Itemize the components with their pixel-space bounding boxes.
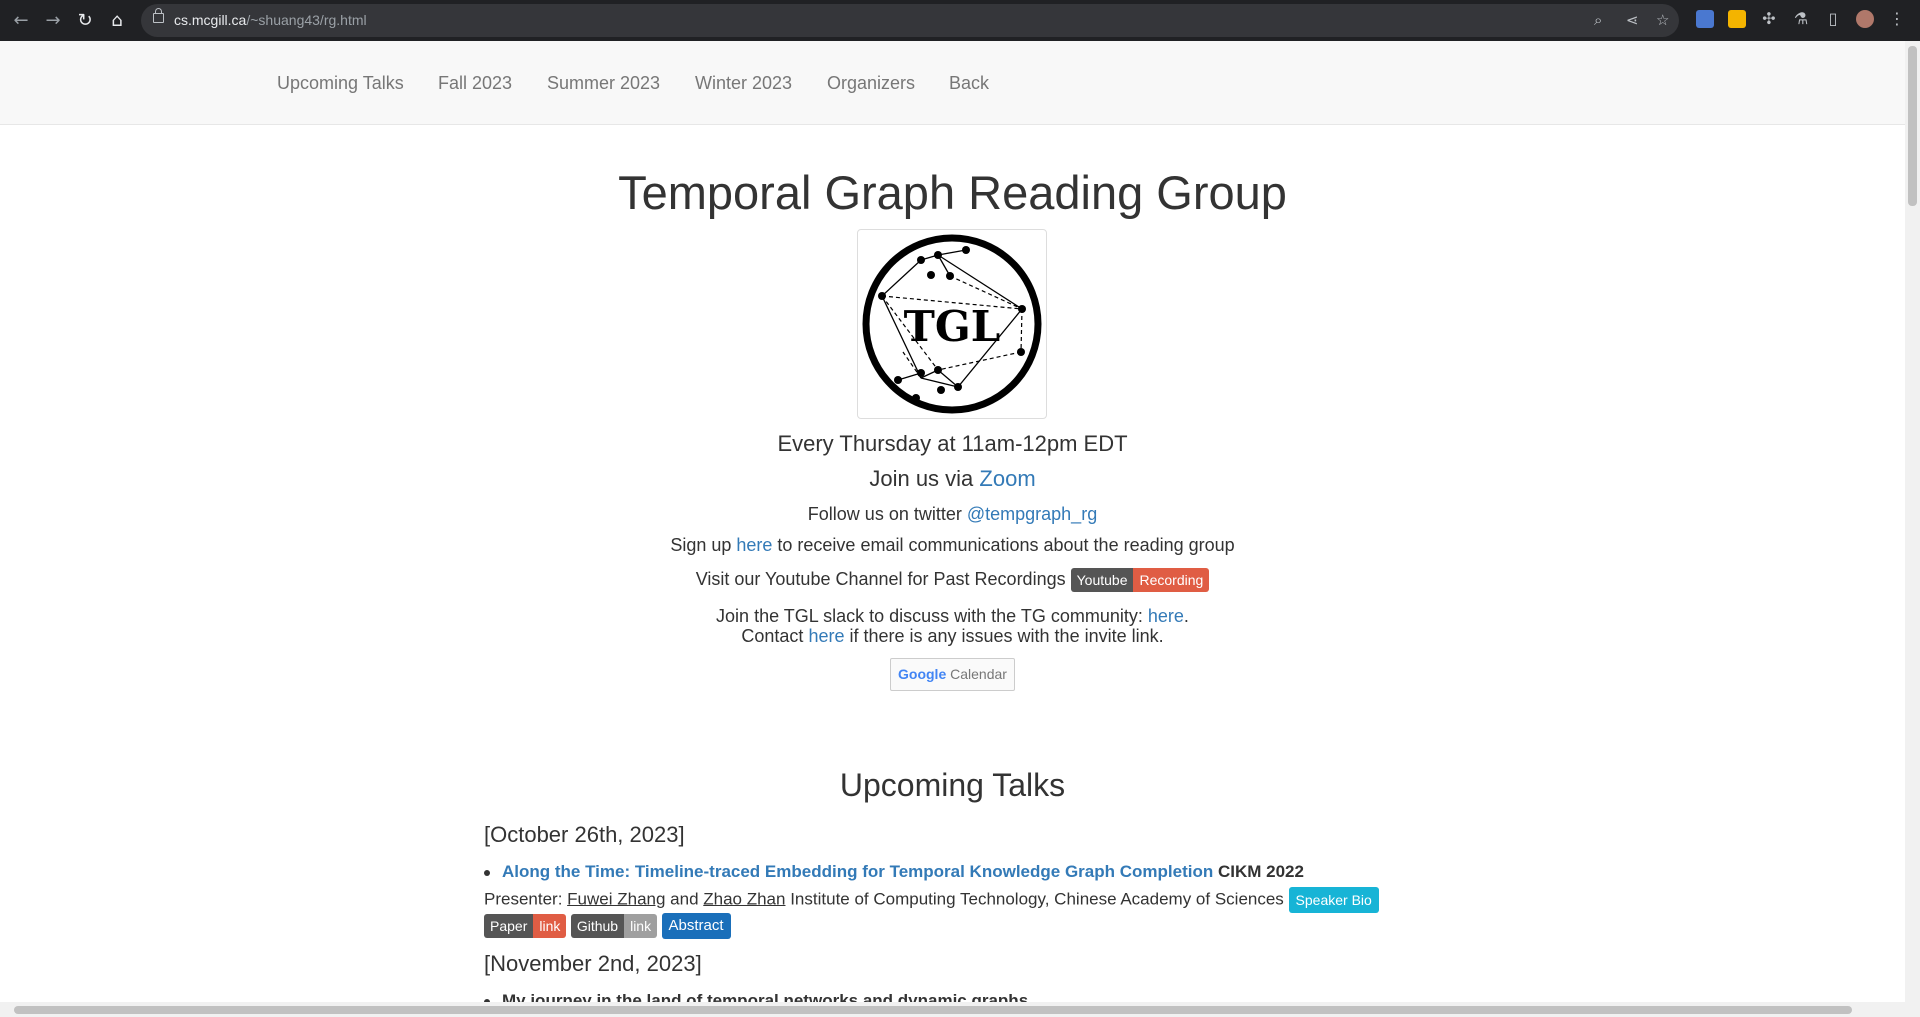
presenter-line: Presenter: Fuwei Zhang and Zhao Zhan Ins… (484, 887, 1379, 913)
side-panel-icon[interactable]: ▯ (1824, 10, 1842, 28)
presenter-link[interactable]: Zhao Zhan (703, 889, 785, 908)
github-link-badge[interactable]: Github link (570, 914, 658, 938)
lock-icon (153, 8, 164, 23)
signup-link[interactable]: here (736, 535, 772, 555)
zoom-icon[interactable]: ⌕ (1594, 11, 1602, 29)
schedule-text: Every Thursday at 11am-12pm EDT (777, 431, 1128, 456)
twitter-link[interactable]: @tempgraph_rg (967, 504, 1097, 524)
labs-flask-icon[interactable]: ⚗ (1792, 10, 1810, 28)
vertical-scrollbar[interactable] (1905, 41, 1920, 1017)
youtube-recording-badge[interactable]: Youtube Recording (1070, 568, 1210, 592)
forward-arrow-icon[interactable]: → (42, 10, 64, 32)
upcoming-talks-heading: Upcoming Talks (839, 767, 1066, 803)
address-bar[interactable]: cs.mcgill.ca/~shuang43/rg.html ⌕ ⋖ ☆ (141, 4, 1679, 37)
nav-winter-2023[interactable]: Winter 2023 (695, 73, 792, 94)
zoom-link[interactable]: Zoom (979, 466, 1035, 491)
back-arrow-icon[interactable]: ← (10, 10, 32, 32)
talk-item: Along the Time: Timeline-traced Embeddin… (484, 862, 1304, 882)
talk-date: [November 2nd, 2023] (484, 951, 702, 976)
bookmark-star-icon[interactable]: ☆ (1656, 11, 1669, 29)
translate-extension-icon[interactable] (1696, 10, 1714, 28)
slack-line: Join the TGL slack to discuss with the T… (716, 606, 1189, 626)
twitter-line: Follow us on twitter @tempgraph_rg (807, 504, 1098, 524)
join-line: Join us via Zoom (869, 466, 1036, 491)
signup-line: Sign up here to receive email communicat… (670, 535, 1235, 555)
speaker-bio-button[interactable]: Speaker Bio (1288, 887, 1379, 913)
paper-link-badge[interactable]: Paper link (484, 914, 567, 938)
puzzle-icon[interactable]: ✣ (1760, 10, 1778, 28)
talk-date: [October 26th, 2023] (484, 822, 685, 847)
nav-organizers[interactable]: Organizers (827, 73, 915, 94)
contact-link[interactable]: here (808, 626, 844, 646)
nav-summer-2023[interactable]: Summer 2023 (547, 73, 660, 94)
google-logo: Google (898, 666, 947, 682)
scrollbar-thumb[interactable] (1908, 46, 1917, 206)
svg-text:TGL: TGL (904, 302, 1001, 351)
home-icon[interactable]: ⌂ (106, 10, 128, 32)
tgl-logo: TGL (857, 229, 1047, 419)
contact-line: Contact here if there is any issues with… (741, 626, 1164, 646)
url-text: cs.mcgill.ca/~shuang43/rg.html (174, 12, 367, 28)
talk-links: Paper link Github link Abstract (484, 913, 731, 939)
nav-fall-2023[interactable]: Fall 2023 (438, 73, 512, 94)
abstract-button[interactable]: Abstract (661, 913, 731, 939)
horizontal-scrollbar[interactable] (0, 1002, 1905, 1017)
slack-link[interactable]: here (1148, 606, 1184, 626)
youtube-line: Visit our Youtube Channel for Past Recor… (0, 568, 1905, 592)
site-navbar: Upcoming Talks Fall 2023 Summer 2023 Win… (0, 41, 1905, 125)
avatar[interactable] (1856, 10, 1874, 28)
menu-dots-icon[interactable]: ⋮ (1888, 10, 1906, 28)
talk-title-link[interactable]: Along the Time: Timeline-traced Embeddin… (502, 862, 1213, 881)
page-title: Temporal Graph Reading Group (618, 166, 1287, 219)
reload-icon[interactable]: ↻ (74, 10, 96, 32)
presenter-link[interactable]: Fuwei Zhang (567, 889, 665, 908)
bullet-icon (484, 869, 490, 876)
share-icon[interactable]: ⋖ (1626, 11, 1639, 29)
nav-back[interactable]: Back (949, 73, 989, 94)
extension-icon[interactable] (1728, 10, 1746, 28)
browser-toolbar: ← → ↻ ⌂ cs.mcgill.ca/~shuang43/rg.html ⌕… (0, 0, 1920, 41)
google-calendar-button[interactable]: Google Calendar (890, 658, 1015, 691)
nav-upcoming-talks[interactable]: Upcoming Talks (277, 73, 404, 94)
scrollbar-thumb[interactable] (14, 1006, 1852, 1014)
